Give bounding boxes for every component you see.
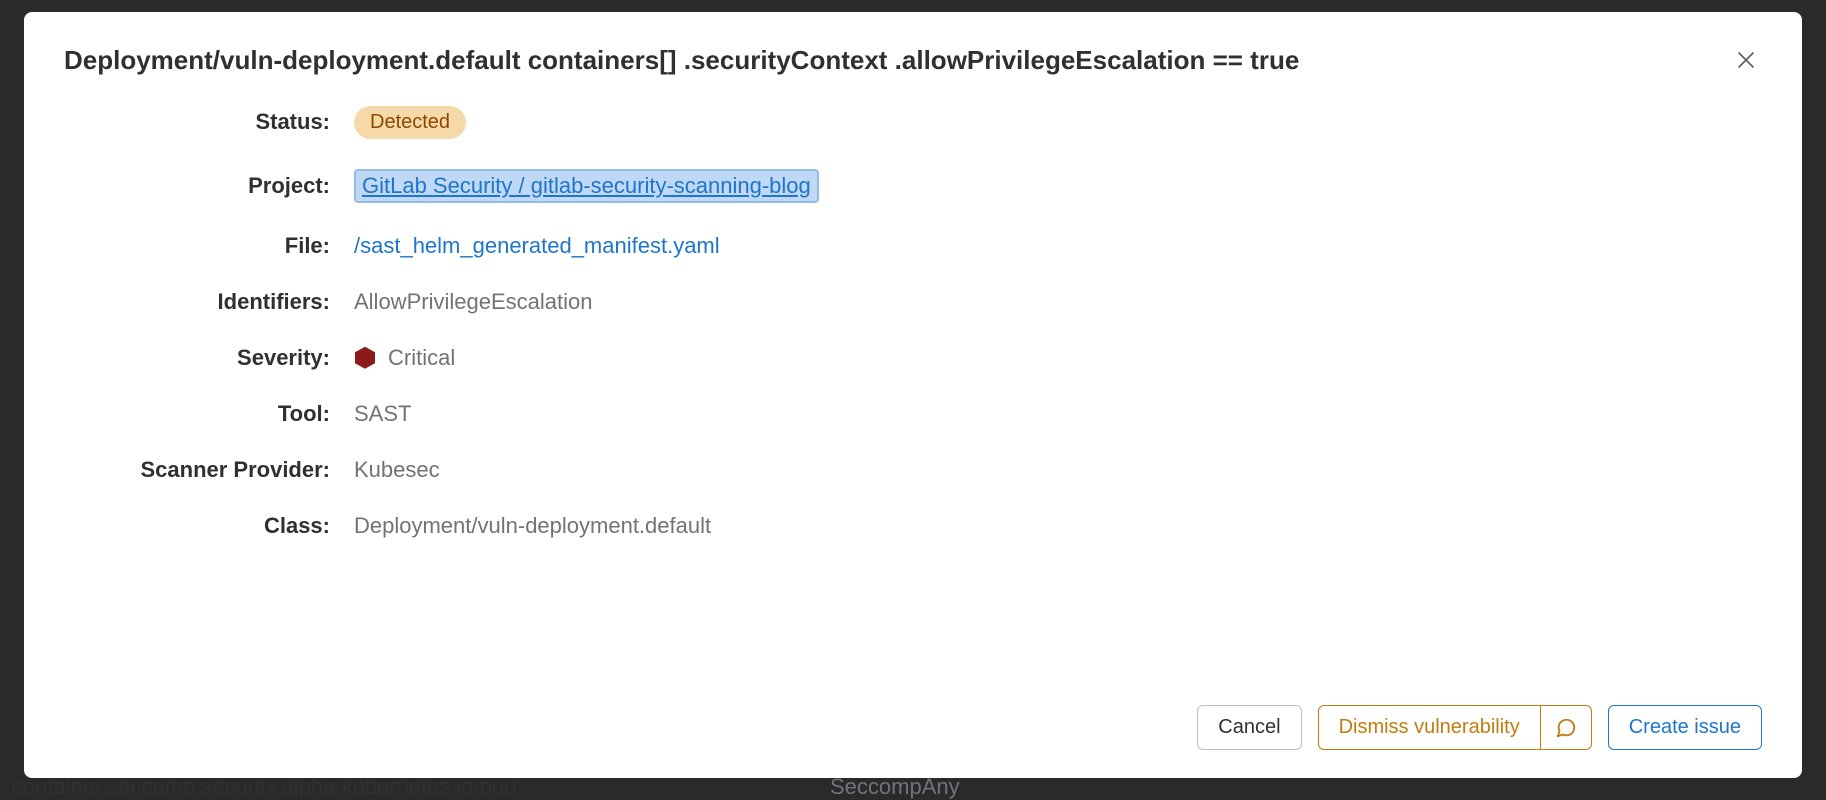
- severity-critical-icon: [354, 347, 376, 369]
- detail-label: Tool:: [64, 401, 354, 427]
- detail-label: Project:: [64, 173, 354, 199]
- detail-value-file: /sast_helm_generated_manifest.yaml: [354, 233, 720, 259]
- modal-header: Deployment/vuln-deployment.default conta…: [64, 44, 1762, 78]
- detail-label: Scanner Provider:: [64, 457, 354, 483]
- dismiss-vulnerability-button[interactable]: Dismiss vulnerability: [1318, 705, 1541, 750]
- dismiss-with-comment-button[interactable]: [1541, 705, 1592, 750]
- detail-list: Status: Detected Project: GitLab Securit…: [64, 106, 1762, 539]
- detail-row-file: File: /sast_helm_generated_manifest.yaml: [64, 233, 1762, 259]
- detail-value-severity: Critical: [354, 345, 455, 371]
- modal-footer: Cancel Dismiss vulnerability Create issu…: [64, 705, 1762, 750]
- detail-row-severity: Severity: Critical: [64, 345, 1762, 371]
- detail-value-class: Deployment/vuln-deployment.default: [354, 513, 711, 539]
- close-icon: [1736, 50, 1756, 70]
- close-button[interactable]: [1730, 44, 1762, 76]
- detail-value-identifiers: AllowPrivilegeEscalation: [354, 289, 592, 315]
- detail-value-tool: SAST: [354, 401, 411, 427]
- dismiss-button-group: Dismiss vulnerability: [1318, 705, 1592, 750]
- detail-value-scanner-provider: Kubesec: [354, 457, 440, 483]
- vulnerability-modal: Deployment/vuln-deployment.default conta…: [24, 12, 1802, 778]
- detail-row-project: Project: GitLab Security / gitlab-securi…: [64, 169, 1762, 203]
- severity-text: Critical: [388, 345, 455, 371]
- detail-label: Class:: [64, 513, 354, 539]
- detail-row-tool: Tool: SAST: [64, 401, 1762, 427]
- detail-label: Status:: [64, 109, 354, 135]
- project-link[interactable]: GitLab Security / gitlab-security-scanni…: [362, 173, 811, 198]
- detail-label: Severity:: [64, 345, 354, 371]
- detail-value-project: GitLab Security / gitlab-security-scanni…: [354, 169, 819, 203]
- create-issue-button[interactable]: Create issue: [1608, 705, 1762, 750]
- detail-row-class: Class: Deployment/vuln-deployment.defaul…: [64, 513, 1762, 539]
- detail-label: Identifiers:: [64, 289, 354, 315]
- detail-row-scanner-provider: Scanner Provider: Kubesec: [64, 457, 1762, 483]
- detail-row-identifiers: Identifiers: AllowPrivilegeEscalation: [64, 289, 1762, 315]
- file-link[interactable]: /sast_helm_generated_manifest.yaml: [354, 233, 720, 259]
- detail-row-status: Status: Detected: [64, 106, 1762, 139]
- project-link-highlight: GitLab Security / gitlab-security-scanni…: [354, 169, 819, 203]
- status-badge: Detected: [354, 106, 466, 139]
- detail-value-status: Detected: [354, 106, 466, 139]
- modal-title: Deployment/vuln-deployment.default conta…: [64, 44, 1299, 78]
- cancel-button[interactable]: Cancel: [1197, 705, 1301, 750]
- comment-icon: [1555, 717, 1577, 739]
- detail-label: File:: [64, 233, 354, 259]
